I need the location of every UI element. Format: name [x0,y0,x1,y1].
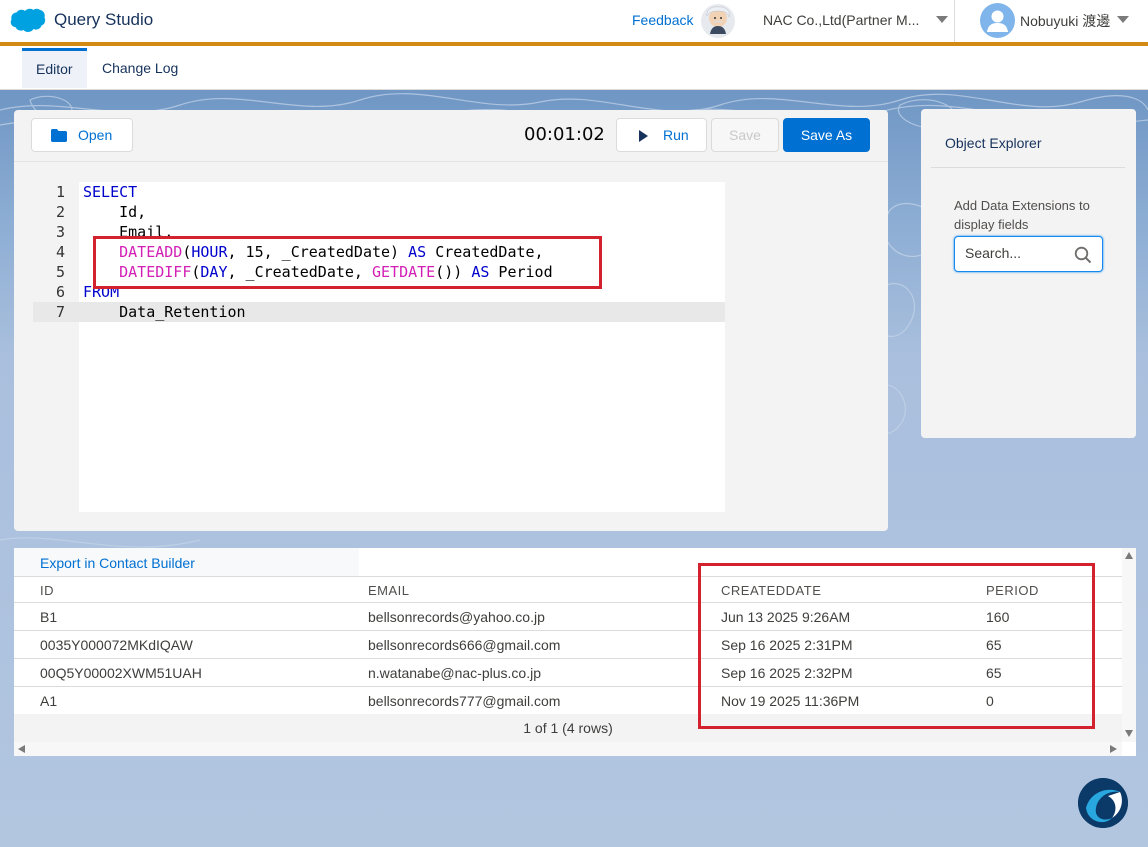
app-header: Query Studio Feedback NAC Co.,Ltd(Partne… [0,0,1148,42]
object-explorer-title: Object Explorer [945,135,1042,151]
line-number: 1 [55,183,65,201]
line-number: 3 [55,223,65,241]
code-text: Id, [83,202,146,222]
line-number: 7 [55,303,65,321]
editor-panel: Open 00:01:02 Run Save Save As 1 SELECT 2 … [14,110,888,531]
scroll-left-icon[interactable] [18,745,25,753]
scroll-up-icon[interactable] [1125,552,1133,559]
header-divider [954,0,955,42]
line-number: 6 [55,283,65,301]
export-row: Export in Contact Builder [14,548,359,576]
org-switcher[interactable]: NAC Co.,Ltd(Partner M... [763,12,928,28]
code-text: Data_Retention [83,302,246,322]
app-title: Query Studio [54,10,154,29]
code-token: SELECT [83,183,138,201]
save-as-button[interactable]: Save As [783,118,870,152]
export-contact-builder-link[interactable]: Export in Contact Builder [40,555,195,571]
folder-icon [51,129,67,142]
table-cell: B1 [40,609,58,625]
einstein-avatar-icon[interactable] [701,4,735,38]
vertical-scrollbar[interactable] [1122,548,1136,742]
salesforce-cloud-logo [10,8,46,32]
code-line[interactable]: 1 SELECT [33,182,725,202]
open-label: Open [78,127,113,143]
explorer-search-box[interactable] [954,236,1103,272]
explorer-search-input[interactable] [965,245,1065,261]
table-cell: bellsonrecords@yahoo.co.jp [368,609,545,625]
run-label: Run [663,127,689,143]
open-button[interactable]: Open [31,118,133,152]
scroll-right-icon[interactable] [1110,745,1117,753]
highlight-box-results [698,563,1095,729]
column-header-id[interactable]: ID [40,583,54,598]
chevron-down-icon[interactable] [1117,16,1129,23]
column-header-email[interactable]: EMAIL [368,583,410,598]
run-button[interactable]: Run [616,118,707,152]
table-cell: A1 [40,693,58,709]
code-line[interactable]: 7 Data_Retention [33,302,725,322]
table-cell: 00Q5Y00002XWM51UAH [40,665,202,681]
code-token: Data_Retention [83,303,246,321]
app-logo-icon[interactable] [1078,778,1128,828]
save-button[interactable]: Save [711,118,779,152]
explorer-hint-text: Add Data Extensions to display fields [954,198,1090,232]
table-cell: n.watanabe@nac-plus.co.jp [368,665,541,681]
tab-bar: Editor Change Log [0,46,1148,90]
tab-editor[interactable]: Editor [22,48,87,88]
horizontal-scrollbar[interactable] [14,742,1122,756]
line-number: 4 [55,243,65,261]
line-number: 5 [55,263,65,281]
tab-change-log[interactable]: Change Log [88,48,192,88]
code-line[interactable]: 2 Id, [33,202,725,222]
table-cell: bellsonrecords777@gmail.com [368,693,561,709]
scroll-down-icon[interactable] [1125,730,1133,737]
play-icon [639,130,648,142]
user-name[interactable]: Nobuyuki 渡邊 [1020,11,1110,31]
object-explorer-panel: Object Explorer Add Data Extensions to d… [921,109,1136,438]
code-token: Id, [83,203,147,221]
code-text: SELECT [83,182,137,202]
query-timer: 00:01:02 [524,124,605,145]
editor-toolbar: Open 00:01:02 Run Save Save As [14,110,888,162]
table-cell: bellsonrecords666@gmail.com [368,637,561,653]
sql-editor[interactable]: 1 SELECT 2 Id, 3 Email, 4 DATEADD(HOUR, 15, … [33,182,725,512]
explorer-divider [931,167,1125,168]
line-number: 2 [55,203,65,221]
search-icon[interactable] [1074,246,1092,264]
table-cell: 0035Y000072MKdIQAW [40,637,193,653]
feedback-link[interactable]: Feedback [632,12,693,28]
highlight-box-code [93,236,602,289]
user-avatar-icon[interactable] [980,3,1015,38]
chevron-down-icon[interactable] [936,16,948,23]
